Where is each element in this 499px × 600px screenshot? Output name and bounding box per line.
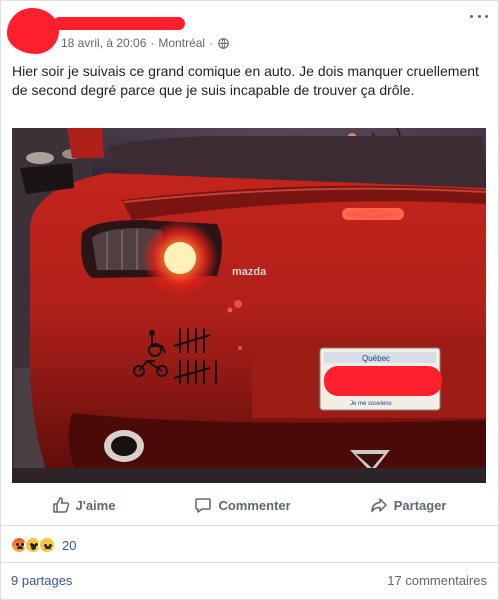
divider [1, 525, 498, 526]
reactions-summary[interactable]: 20 [10, 535, 76, 555]
share-button[interactable]: Partager [360, 492, 457, 518]
post-header: 18 avril, à 20:06 · Montréal · [1, 1, 498, 59]
post-date[interactable]: 18 avril, à 20:06 [61, 36, 146, 50]
reaction-count[interactable]: 20 [62, 538, 76, 553]
post-text: Hier soir je suivais ce grand comique en… [12, 63, 479, 98]
meta-separator-2: · [209, 36, 214, 50]
post-footer: 9 partages 17 commentaires [11, 573, 487, 588]
sad-reaction-icon [38, 536, 56, 554]
comment-button[interactable]: Commenter [184, 492, 300, 518]
share-arrow-icon [370, 498, 387, 513]
comment-icon [195, 498, 212, 513]
post-card: 18 avril, à 20:06 · Montréal · Hier soir… [0, 0, 499, 600]
post-actions: J'aime Commenter Partager [12, 490, 486, 520]
divider [1, 562, 498, 563]
thumbs-up-icon [52, 497, 69, 513]
redacted-author-name[interactable] [53, 17, 185, 30]
redacted-avatar[interactable] [7, 8, 59, 54]
post-meta: 18 avril, à 20:06 · Montréal · [61, 36, 229, 50]
comment-label: Commenter [218, 497, 291, 513]
plate-motto-text: Je me souviens [350, 401, 392, 407]
like-label: J'aime [75, 497, 116, 513]
globe-icon[interactable] [218, 37, 229, 49]
share-label: Partager [393, 497, 447, 513]
redacted-plate-number [324, 366, 442, 396]
meta-separator: · [150, 36, 155, 50]
post-location[interactable]: Montréal [158, 36, 205, 50]
post-photo[interactable]: mazda Québec Je me souviens [12, 128, 486, 483]
comments-count-link[interactable]: 17 commentaires [387, 573, 487, 588]
shares-count-link[interactable]: 9 partages [11, 573, 72, 588]
plate-region-text: Québec [362, 354, 390, 363]
like-button[interactable]: J'aime [42, 492, 126, 518]
car-badge-text: mazda [232, 266, 267, 278]
more-options-icon[interactable] [470, 11, 488, 21]
car-rear-photo: mazda Québec Je me souviens [12, 128, 486, 483]
